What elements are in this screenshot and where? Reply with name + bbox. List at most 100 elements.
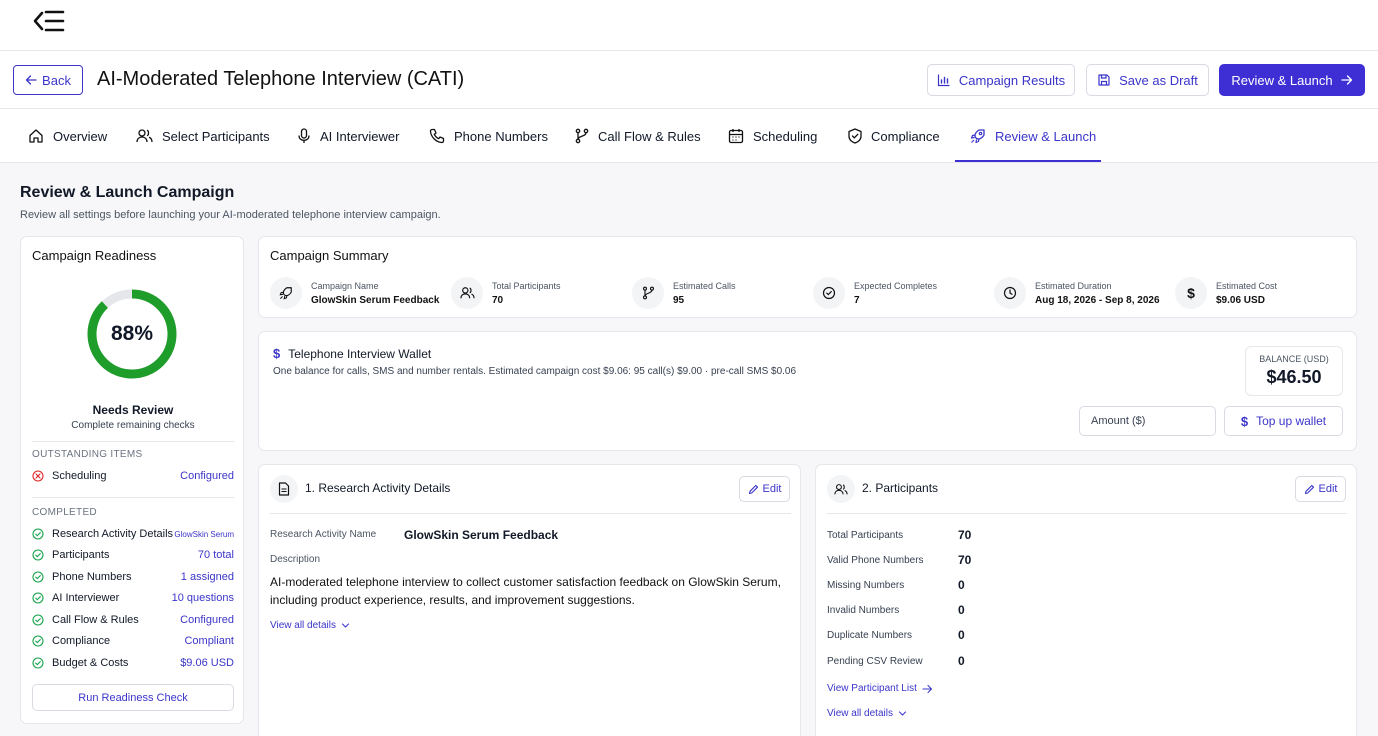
back-button-label: Back (42, 72, 71, 88)
edit-participants-button[interactable]: Edit (1295, 476, 1346, 502)
back-button[interactable]: Back (13, 65, 83, 95)
topup-amount-input[interactable] (1079, 406, 1216, 436)
check-circle-icon (32, 614, 44, 626)
wallet-title: $ Telephone Interview Wallet (273, 346, 432, 361)
participant-stat-row: Valid Phone Numbers 70 (827, 553, 972, 567)
page-title: AI-Moderated Telephone Interview (CATI) (97, 68, 465, 90)
dollar-icon: $ (1240, 413, 1249, 429)
summary-estimated-duration: Estimated Duration Aug 18, 2026 - Sep 8, … (994, 277, 1160, 309)
completed-label: COMPLETED (32, 507, 97, 518)
check-circle-icon (32, 528, 44, 540)
participant-stat-row: Pending CSV Review 0 (827, 654, 965, 668)
run-readiness-check-button[interactable]: Run Readiness Check (32, 684, 234, 711)
clock-icon (994, 277, 1026, 309)
chevron-down-icon (341, 621, 350, 630)
divider (827, 513, 1347, 514)
readiness-percent: 88% (110, 322, 154, 345)
wallet-card: $ Telephone Interview Wallet One balance… (258, 331, 1357, 451)
checklist-item-scheduling[interactable]: Scheduling Configured (32, 468, 234, 484)
pencil-icon (1304, 484, 1315, 495)
divider (270, 513, 791, 514)
section-title: Review & Launch Campaign (20, 184, 235, 201)
checklist-item-phone-numbers[interactable]: Phone Numbers 1 assigned (32, 569, 234, 585)
review-launch-button[interactable]: Review & Launch (1219, 64, 1365, 96)
checklist-item-compliance[interactable]: Compliance Compliant (32, 633, 234, 649)
dollar-icon: $ (1175, 277, 1207, 309)
readiness-title: Campaign Readiness (32, 248, 157, 263)
checklist-item-ai-interviewer[interactable]: AI Interviewer 10 questions (32, 590, 234, 606)
readiness-status: Needs Review (92, 403, 174, 417)
top-bar (0, 0, 1378, 51)
wallet-subtitle: One balance for calls, SMS and number re… (273, 366, 797, 377)
tab-review-launch[interactable]: Review & Launch (970, 109, 1096, 163)
wizard-tabs: Overview Select Participants AI Intervie… (0, 109, 1378, 163)
activity-name-value: GlowSkin Serum Feedback (404, 528, 559, 542)
research-activity-card: 1. Research Activity Details Edit Resear… (258, 464, 801, 736)
readiness-progress-ring: 88% (85, 287, 179, 381)
checklist-item-budget[interactable]: Budget & Costs $9.06 USD (32, 655, 234, 671)
pencil-icon (748, 484, 759, 495)
summary-estimated-cost: $ Estimated Cost $9.06 USD (1175, 277, 1277, 309)
dollar-icon: $ (273, 346, 281, 361)
bar-chart-icon (937, 73, 951, 87)
x-circle-icon (32, 470, 44, 482)
wallet-balance: BALANCE (USD) $46.50 (1245, 346, 1343, 396)
section-subtitle: Review all settings before launching you… (20, 209, 441, 221)
arrow-right-icon (1340, 74, 1353, 86)
tab-ai-interviewer[interactable]: AI Interviewer (297, 109, 399, 163)
tab-compliance[interactable]: Compliance (848, 109, 940, 163)
branch-icon (632, 277, 664, 309)
shield-check-icon (848, 128, 862, 144)
users-icon (451, 277, 483, 309)
topup-wallet-button[interactable]: $ Top up wallet (1224, 406, 1343, 436)
check-circle-icon (32, 592, 44, 604)
research-card-title: 1. Research Activity Details (305, 481, 451, 495)
summary-estimated-calls: Estimated Calls 95 (632, 277, 736, 309)
arrow-right-icon (922, 684, 933, 694)
active-tab-indicator (955, 160, 1101, 162)
activity-name-label: Research Activity Name (270, 529, 377, 540)
view-all-details-link[interactable]: View all details (270, 620, 350, 631)
save-draft-button[interactable]: Save as Draft (1086, 64, 1209, 96)
tab-select-participants[interactable]: Select Participants (136, 109, 270, 163)
rocket-icon (970, 128, 986, 144)
checklist-item-participants[interactable]: Participants 70 total (32, 547, 234, 563)
branch-icon (575, 128, 589, 144)
description-text: AI-moderated telephone interview to coll… (270, 575, 781, 607)
description-label: Description (270, 554, 321, 565)
arrow-left-icon (25, 74, 37, 86)
document-icon (270, 475, 298, 503)
summary-campaign-name: Campaign Name GlowSkin Serum Feedback (270, 277, 439, 309)
edit-research-button[interactable]: Edit (739, 476, 790, 502)
view-all-details-link[interactable]: View all details (827, 708, 907, 719)
check-circle-icon (813, 277, 845, 309)
checklist-item-call-flow[interactable]: Call Flow & Rules Configured (32, 612, 234, 628)
home-icon (28, 128, 44, 144)
page-header: Back AI-Moderated Telephone Interview (C… (0, 51, 1378, 109)
users-icon (136, 128, 153, 144)
participant-stat-row: Invalid Numbers 0 (827, 603, 965, 617)
campaign-results-button[interactable]: Campaign Results (927, 64, 1075, 96)
participant-stat-row: Missing Numbers 0 (827, 578, 965, 592)
tab-overview[interactable]: Overview (28, 109, 107, 163)
view-participant-list-link[interactable]: View Participant List (827, 683, 933, 694)
users-icon (827, 475, 855, 503)
microphone-icon (297, 128, 311, 144)
checklist-item-research-activity[interactable]: Research Activity Details GlowSkin Serum (32, 526, 234, 542)
outstanding-label: OUTSTANDING ITEMS (32, 449, 143, 460)
divider (32, 497, 234, 498)
phone-icon (429, 128, 445, 144)
check-circle-icon (32, 635, 44, 647)
calendar-icon (728, 128, 744, 144)
tab-scheduling[interactable]: Scheduling (728, 109, 817, 163)
tab-phone-numbers[interactable]: Phone Numbers (429, 109, 548, 163)
collapse-menu-button[interactable] (30, 6, 68, 36)
campaign-summary-card: Campaign Summary Campaign Name GlowSkin S… (258, 236, 1357, 318)
readiness-status-sub: Complete remaining checks (71, 420, 195, 431)
tab-call-flow-rules[interactable]: Call Flow & Rules (575, 109, 701, 163)
menu-collapse-icon (33, 8, 65, 34)
participant-stat-row: Total Participants 70 (827, 528, 972, 542)
rocket-icon (270, 277, 302, 309)
save-icon (1097, 73, 1111, 87)
divider (32, 441, 234, 442)
